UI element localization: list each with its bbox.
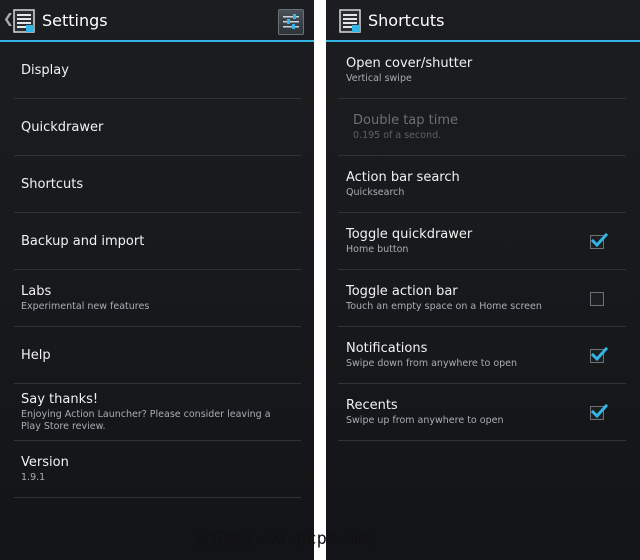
shortcut-item-title: Toggle quickdrawer	[346, 227, 473, 242]
settings-item-title: Labs	[21, 284, 52, 299]
settings-item-title: Backup and import	[21, 234, 145, 249]
notifications-checkbox[interactable]	[590, 346, 608, 363]
shortcut-item-title: Toggle action bar	[346, 284, 458, 299]
recents-checkbox[interactable]	[590, 403, 608, 420]
shortcut-item-title: Action bar search	[346, 170, 460, 185]
shortcuts-list: Open cover/shutter Vertical swipe Double…	[338, 42, 626, 441]
shortcuts-screen: Shortcuts Open cover/shutter Vertical sw…	[326, 0, 640, 560]
shortcut-item-subtitle: Home button	[346, 244, 409, 255]
shortcut-item-subtitle: Swipe up from anywhere to open	[346, 415, 504, 426]
page-title: Settings	[42, 11, 108, 30]
settings-screen: ❮ Settings Display Quickdrawer Shortcuts…	[0, 0, 314, 560]
checkmark-icon	[590, 346, 608, 362]
settings-item-shortcuts[interactable]: Shortcuts	[14, 156, 301, 213]
checkmark-icon	[590, 232, 608, 248]
settings-item-labs[interactable]: Labs Experimental new features	[14, 270, 301, 327]
shortcut-item-notifications[interactable]: Notifications Swipe down from anywhere t…	[338, 327, 626, 384]
shortcut-item-subtitle: Vertical swipe	[346, 73, 412, 84]
shortcut-item-title: Double tap time	[353, 113, 459, 128]
settings-item-title: Display	[21, 63, 69, 78]
settings-item-display[interactable]: Display	[14, 42, 301, 99]
shortcut-item-title: Recents	[346, 398, 398, 413]
toggle-quickdrawer-checkbox[interactable]	[590, 232, 608, 249]
settings-item-subtitle: Experimental new features	[21, 301, 150, 312]
app-list-icon[interactable]	[339, 9, 361, 33]
shortcut-item-subtitle: Touch an empty space on a Home screen	[346, 301, 542, 312]
shortcut-item-subtitle: 0.195 of a second.	[353, 130, 442, 141]
checkmark-icon	[590, 403, 608, 419]
shortcut-item-double-tap-time: Double tap time 0.195 of a second.	[338, 99, 626, 156]
watermark-text: 双电网(www.pcpc.me)	[194, 529, 379, 549]
settings-item-quickdrawer[interactable]: Quickdrawer	[14, 99, 301, 156]
settings-item-say-thanks[interactable]: Say thanks! Enjoying Action Launcher? Pl…	[14, 384, 301, 441]
shortcut-item-toggle-action-bar[interactable]: Toggle action bar Touch an empty space o…	[338, 270, 626, 327]
app-list-icon[interactable]	[13, 9, 35, 33]
settings-item-title: Version	[21, 455, 69, 470]
shortcut-item-title: Notifications	[346, 341, 428, 356]
shortcuts-action-bar: Shortcuts	[326, 0, 640, 42]
settings-list: Display Quickdrawer Shortcuts Backup and…	[14, 42, 301, 498]
page-title: Shortcuts	[368, 11, 445, 30]
shortcut-item-subtitle: Swipe down from anywhere to open	[346, 358, 518, 369]
settings-item-title: Help	[21, 348, 51, 363]
shortcut-item-open-cover[interactable]: Open cover/shutter Vertical swipe	[338, 42, 626, 99]
shortcut-item-recents[interactable]: Recents Swipe up from anywhere to open	[338, 384, 626, 441]
settings-item-version[interactable]: Version 1.9.1	[14, 441, 301, 498]
settings-action-bar: ❮ Settings	[0, 0, 314, 42]
settings-item-title: Shortcuts	[21, 177, 84, 192]
settings-item-title: Quickdrawer	[21, 120, 104, 135]
settings-item-backup[interactable]: Backup and import	[14, 213, 301, 270]
shortcut-item-action-bar-search[interactable]: Action bar search Quicksearch	[338, 156, 626, 213]
shortcut-item-toggle-quickdrawer[interactable]: Toggle quickdrawer Home button	[338, 213, 626, 270]
shortcut-item-title: Open cover/shutter	[346, 56, 473, 71]
settings-item-help[interactable]: Help	[14, 327, 301, 384]
toggle-action-bar-checkbox[interactable]	[590, 292, 604, 306]
settings-item-title: Say thanks!	[21, 392, 99, 407]
settings-item-subtitle: Enjoying Action Launcher? Please conside…	[21, 409, 271, 432]
settings-sliders-icon[interactable]	[278, 9, 304, 35]
shortcut-item-subtitle: Quicksearch	[346, 187, 405, 198]
settings-item-subtitle: 1.9.1	[21, 472, 46, 483]
